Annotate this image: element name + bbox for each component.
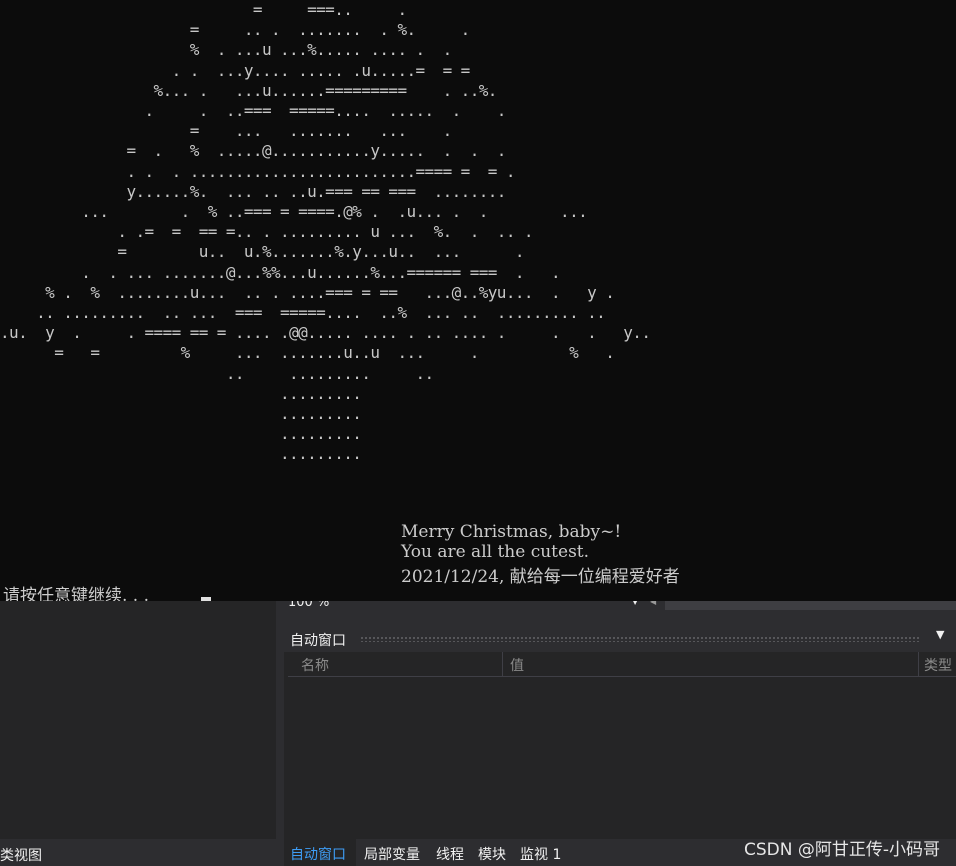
tab-class-view[interactable]: 类视图 bbox=[0, 845, 42, 865]
console-message-line-3: 2021/12/24, 献给每一位编程爱好者 bbox=[401, 567, 680, 587]
column-divider[interactable] bbox=[502, 652, 503, 676]
zoom-strip: 100 % ▼ ◀ bbox=[284, 601, 956, 610]
class-view-pane[interactable] bbox=[0, 601, 277, 839]
column-divider[interactable] bbox=[918, 652, 919, 676]
left-tab-bar bbox=[0, 839, 284, 866]
zoom-dropdown-icon[interactable]: ▼ bbox=[632, 601, 638, 606]
column-headers: 名称 值 类型 bbox=[288, 652, 956, 677]
horizontal-scrollbar[interactable] bbox=[665, 601, 956, 610]
scroll-left-icon[interactable]: ◀ bbox=[650, 601, 656, 606]
csdn-watermark: CSDN @阿甘正传-小码哥 bbox=[743, 840, 940, 860]
autos-titlebar[interactable]: 自动窗口 ▼ bbox=[284, 624, 956, 652]
console-message-line-1: Merry Christmas, baby~! bbox=[401, 522, 622, 542]
drag-grip[interactable] bbox=[360, 636, 920, 642]
column-header-value[interactable]: 值 bbox=[510, 655, 524, 675]
tab-modules[interactable]: 模块 bbox=[478, 844, 506, 864]
column-header-type[interactable]: 类型 bbox=[924, 655, 952, 675]
tab-watch-1[interactable]: 监视 1 bbox=[520, 844, 561, 864]
window-menu-chevron-icon[interactable]: ▼ bbox=[936, 628, 944, 641]
tab-autos[interactable]: 自动窗口 bbox=[287, 844, 349, 864]
column-header-name[interactable]: 名称 bbox=[301, 655, 329, 675]
console-window: = ===.. . = .. . ....... . %. . % . ...u… bbox=[0, 0, 956, 602]
tab-threads[interactable]: 线程 bbox=[436, 844, 464, 864]
zoom-level[interactable]: 100 % bbox=[288, 601, 329, 610]
press-any-key-prompt: 请按任意键继续. . . bbox=[3, 586, 150, 602]
tab-locals[interactable]: 局部变量 bbox=[364, 844, 420, 864]
autos-title: 自动窗口 bbox=[290, 633, 346, 649]
autos-window: 自动窗口 ▼ 名称 值 类型 bbox=[284, 624, 956, 839]
pane-splitter[interactable] bbox=[276, 601, 284, 839]
console-message-line-2: You are all the cutest. bbox=[401, 542, 590, 562]
ascii-christmas-tree: = ===.. . = .. . ....... . %. . % . ...u… bbox=[0, 0, 651, 464]
